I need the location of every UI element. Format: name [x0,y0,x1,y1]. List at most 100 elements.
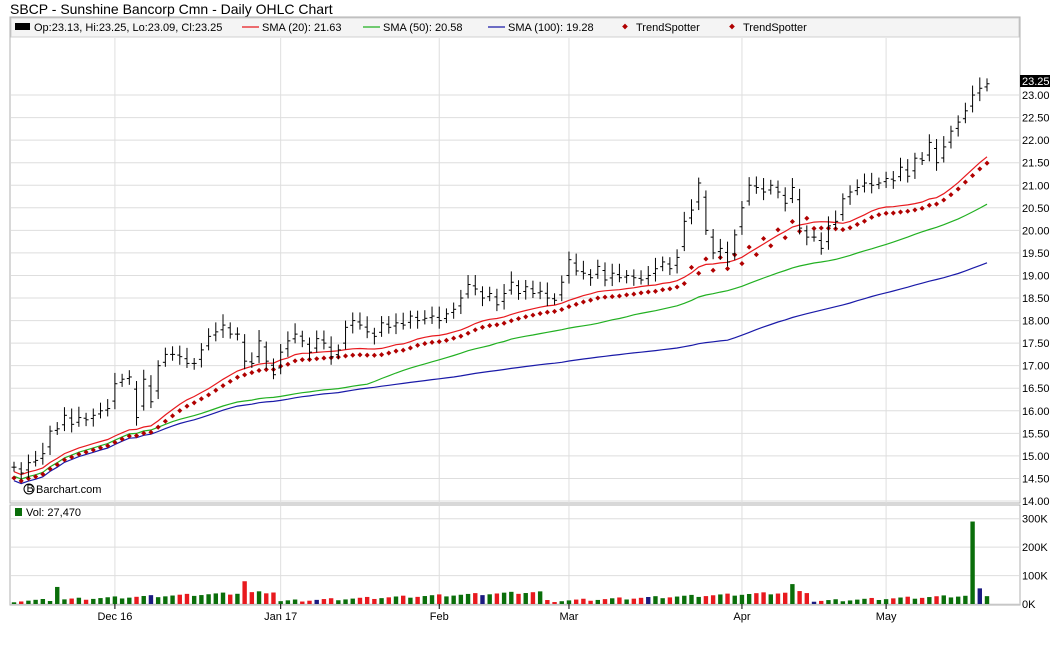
volume-bar [105,597,110,604]
volume-bar [523,593,528,604]
volume-bar [141,595,146,604]
volume-bar [566,600,572,604]
price-tick-label: 20.50 [1022,203,1050,215]
volume-bar [631,598,637,604]
volume-bar [155,597,161,604]
price-tick-label: 20.00 [1022,225,1050,237]
volume-bar [617,597,622,604]
price-tick-label: 15.00 [1022,451,1050,463]
volume-bar [530,592,536,604]
volume-bar [775,593,781,604]
volume-bar [429,595,435,604]
volume-bar [127,597,132,604]
volume-bar [69,598,74,604]
volume-bar [689,594,694,604]
volume-legend-text: Vol: 27,470 [26,507,81,519]
volume-bar [862,598,867,604]
sma50-legend-text: SMA (50): 20.58 [383,22,463,34]
volume-bar [761,592,766,604]
volume-bar [847,600,853,604]
volume-bar [307,600,312,604]
x-tick-label: Jan 17 [264,611,297,623]
volume-bar [206,594,211,604]
volume-bar [372,598,377,604]
volume-bar [588,600,593,604]
volume-bar [220,592,226,604]
price-tick-label: 17.50 [1022,338,1050,350]
price-tick-label: 19.50 [1022,248,1050,260]
volume-bar [40,598,46,604]
volume-bar [408,597,413,604]
volume-bar [184,593,190,604]
volume-bar [919,597,925,604]
volume-bar [199,595,204,604]
price-tick-label: 15.50 [1022,428,1050,440]
price-tick-label: 16.50 [1022,383,1050,395]
volume-bar [33,599,38,604]
volume-bar [833,599,838,604]
volume-tick-label: 200K [1022,542,1048,554]
volume-bar [624,599,629,604]
volume-bar [112,596,118,604]
volume-bar [119,598,125,604]
volume-y-axis: 0K 100K 200K 300K [1022,514,1048,611]
price-y-axis: 14.00 14.50 15.00 15.50 16.00 16.50 17.00 17.50… [1022,90,1050,508]
trendspotter-legend-text-2: TrendSpotter [743,22,807,34]
volume-bar [235,593,240,604]
price-tick-label: 19.00 [1022,270,1050,282]
volume-bar [819,600,824,604]
volume-bar [494,593,500,604]
volume-bar [682,595,687,604]
price-tick-label: 23.00 [1022,90,1050,102]
volume-bar [487,594,492,604]
volume-bar [83,599,89,604]
volume-bar [62,599,67,604]
volume-bar [912,598,918,604]
x-tick-label: Mar [559,611,578,623]
price-tick-label: 16.00 [1022,406,1050,418]
volume-bar [905,596,910,604]
volume-bar [336,600,341,604]
volume-bar [401,595,406,604]
volume-panel [9,504,1021,606]
volume-bar [573,599,579,604]
volume-bar [941,595,946,604]
price-tick-label: 14.00 [1022,496,1050,508]
volume-bar [581,598,586,604]
volume-bar [256,591,262,604]
volume-bar [537,591,543,604]
price-tick-label: 22.00 [1022,135,1050,147]
volume-bar [458,594,464,604]
legend: Op:23.13, Hi:23.25, Lo:23.09, Cl:23.25 S… [15,22,807,34]
sma100-legend-text: SMA (100): 19.28 [508,22,594,34]
volume-bar [228,594,233,604]
price-tick-label: 18.50 [1022,293,1050,305]
volume-bar [451,595,456,604]
volume-bar [76,597,82,604]
volume-bar [328,598,334,604]
volume-bar [314,599,319,604]
volume-bar [11,602,17,604]
volume-bar [415,596,420,604]
volume-bar [91,598,96,604]
volume-bar [602,599,608,604]
volume-bar [134,596,139,604]
volume-bar [646,597,651,604]
volume-bar [797,591,802,604]
volume-bar [804,593,810,604]
volume-bar [984,596,990,604]
volume-bar [660,598,665,604]
volume-bar [249,592,255,604]
volume-bar [177,594,182,604]
volume-bar [927,597,932,604]
volume-bar [732,595,737,604]
volume-bar [509,591,514,604]
volume-bar [300,601,305,604]
volume-bar [98,598,103,604]
volume-bar [811,601,817,604]
volume-bar [977,588,982,604]
volume-bar [552,602,557,604]
volume-bar [782,592,788,604]
volume-bar [516,593,521,604]
volume-bar [163,596,168,604]
